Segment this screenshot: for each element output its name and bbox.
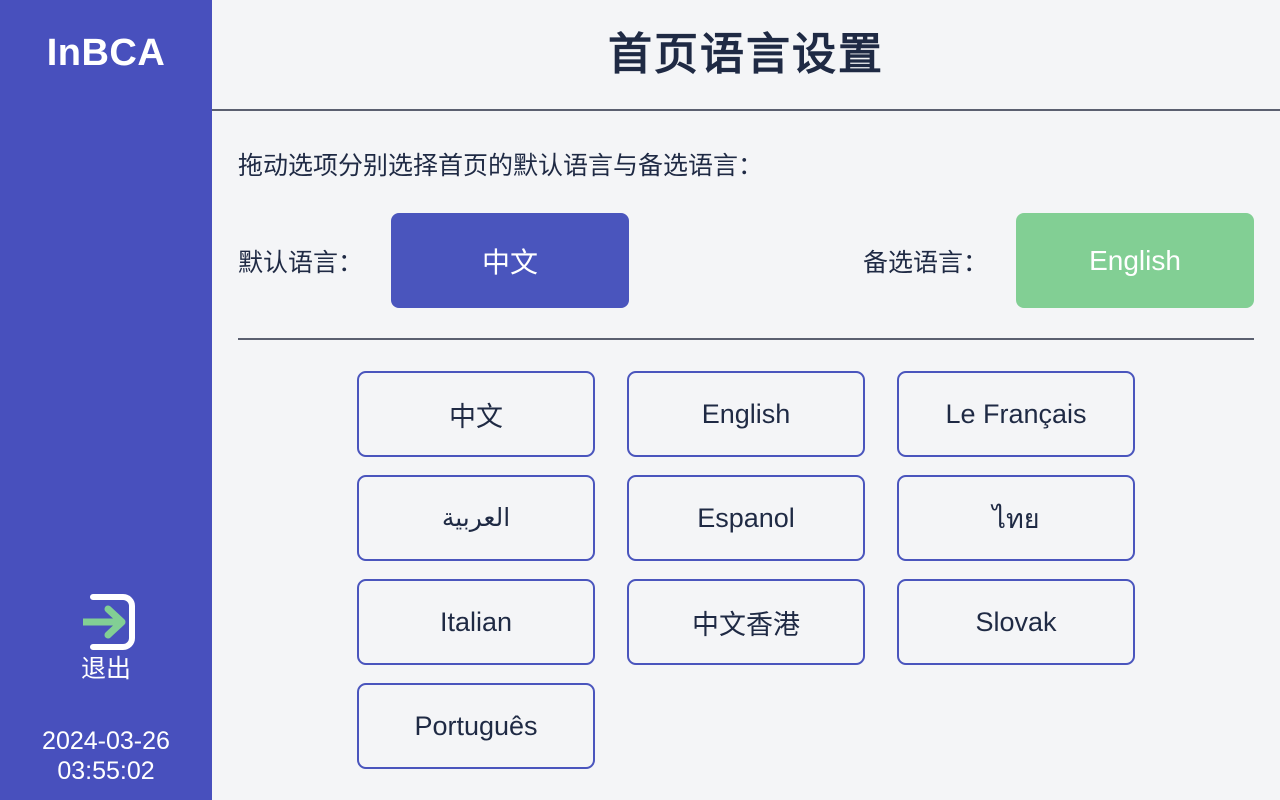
language-option-card[interactable]: 中文: [357, 371, 595, 457]
default-language-slot[interactable]: 中文: [391, 213, 630, 308]
exit-button[interactable]: 退出: [0, 592, 212, 684]
clock-time: 03:55:02: [57, 757, 155, 785]
content-area: 拖动选项分别选择首页的默认语言与备选语言： 默认语言： 中文 备选语言： Eng…: [212, 111, 1280, 800]
app-logo: InBCA: [46, 32, 166, 74]
exit-arrow-icon: [75, 592, 137, 652]
section-divider: [238, 338, 1254, 340]
exit-label: 退出: [80, 655, 131, 683]
main-panel: 首页语言设置 拖动选项分别选择首页的默认语言与备选语言： 默认语言： 中文 备选…: [212, 0, 1280, 800]
language-option-card[interactable]: Italian: [357, 579, 595, 665]
default-language-group: 默认语言： 中文: [238, 213, 630, 308]
default-language-label: 默认语言：: [238, 248, 364, 277]
language-option-grid: 中文 English Le Français العربية Espanol ไทย Ita…: [238, 371, 1254, 769]
alternate-language-slot[interactable]: English: [1016, 213, 1254, 308]
language-option-card[interactable]: العربية: [357, 475, 595, 561]
app-root: InBCA 退出 2024-03-26 03:55:02 首页语言设置 拖动选项…: [0, 0, 1280, 800]
language-option-card[interactable]: English: [627, 371, 865, 457]
alternate-language-group: 备选语言： English: [863, 213, 1254, 308]
sidebar: InBCA 退出 2024-03-26 03:55:02: [0, 0, 212, 800]
page-title: 首页语言设置: [608, 29, 884, 79]
language-option-card[interactable]: Espanol: [627, 475, 865, 561]
page-header: 首页语言设置: [212, 0, 1280, 111]
language-option-card[interactable]: Slovak: [897, 579, 1135, 665]
language-option-card[interactable]: ไทย: [897, 475, 1135, 561]
alternate-language-label: 备选语言：: [862, 248, 988, 277]
clock-date: 2024-03-26: [42, 727, 170, 755]
clock: 2024-03-26 03:55:02: [0, 726, 212, 786]
language-option-card[interactable]: Português: [357, 683, 595, 769]
language-option-card[interactable]: 中文香港: [627, 579, 865, 665]
selection-row: 默认语言： 中文 备选语言： English: [238, 213, 1254, 308]
instruction-text: 拖动选项分别选择首页的默认语言与备选语言：: [238, 152, 764, 180]
language-option-card[interactable]: Le Français: [897, 371, 1135, 457]
